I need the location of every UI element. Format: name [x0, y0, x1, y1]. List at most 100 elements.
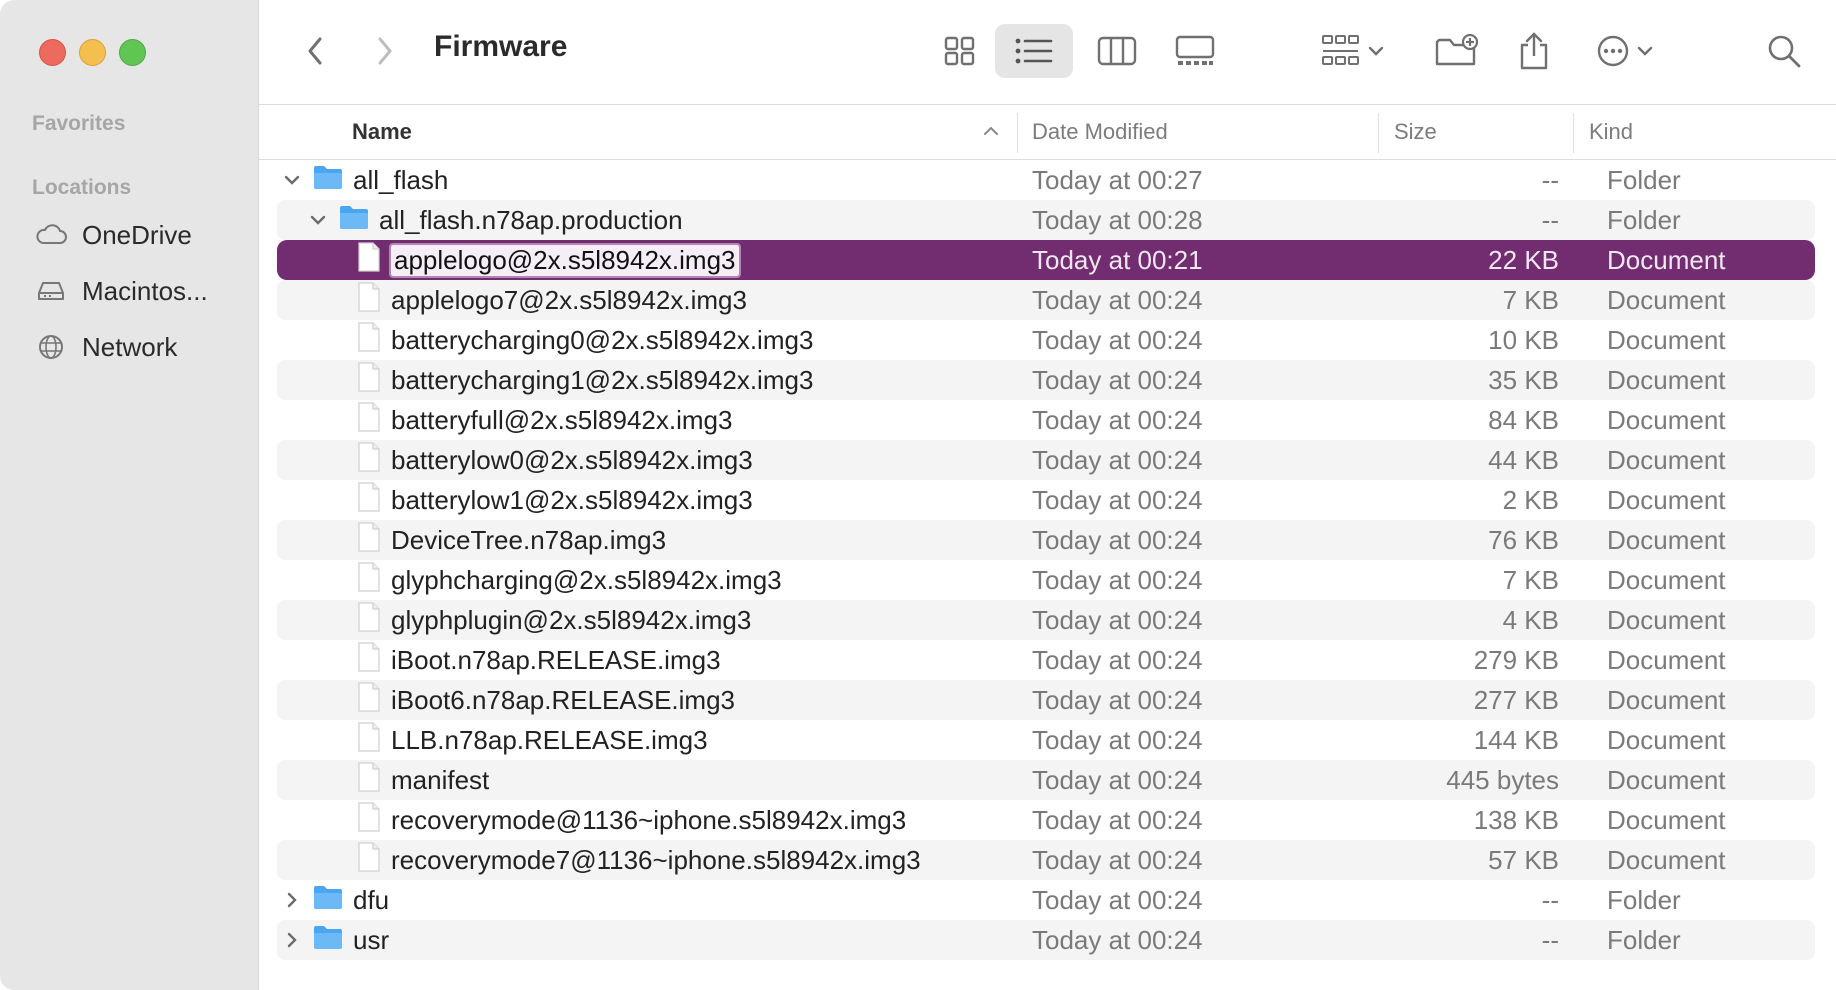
column-kind-header[interactable]: Kind [1589, 119, 1633, 145]
sidebar-item-network[interactable]: Network [34, 327, 177, 367]
file-name[interactable]: glyphplugin@2x.s5l8942x.img3 [391, 605, 751, 636]
file-name[interactable]: all_flash [353, 165, 448, 196]
file-name[interactable]: dfu [353, 885, 389, 916]
group-by-button[interactable] [1313, 24, 1393, 78]
new-folder-button[interactable] [1427, 24, 1487, 78]
file-row[interactable]: batterylow0@2x.s5l8942x.img3 Today at 00:… [277, 440, 1815, 480]
sidebar-item-onedrive[interactable]: OneDrive [34, 215, 192, 255]
file-name[interactable]: iBoot.n78ap.RELEASE.img3 [391, 645, 721, 676]
file-row[interactable]: applelogo@2x.s5l8942x.img3 Today at 00:21… [277, 240, 1815, 280]
file-size: -- [1541, 925, 1559, 955]
file-name[interactable]: applelogo7@2x.s5l8942x.img3 [391, 285, 747, 316]
file-kind: Document [1607, 845, 1726, 875]
chevron-down-icon [1637, 46, 1653, 56]
file-row[interactable]: glyphplugin@2x.s5l8942x.img3 Today at 00:… [277, 600, 1815, 640]
file-name[interactable]: manifest [391, 765, 489, 796]
search-button[interactable] [1759, 24, 1809, 78]
share-button[interactable] [1509, 24, 1559, 78]
file-row[interactable]: iBoot6.n78ap.RELEASE.img3 Today at 00:24 2… [277, 680, 1815, 720]
column-divider[interactable] [1378, 113, 1379, 153]
file-row[interactable]: DeviceTree.n78ap.img3 Today at 00:24 76 KB… [277, 520, 1815, 560]
file-size: 279 KB [1473, 645, 1559, 675]
file-size: -- [1541, 205, 1559, 235]
column-divider[interactable] [1017, 113, 1018, 153]
main-pane: Firmware Name Date Modified Size Kind al… [259, 0, 1836, 990]
file-row[interactable]: recoverymode@1136~iphone.s5l8942x.img3 To… [277, 800, 1815, 840]
zoom-window-button[interactable] [119, 39, 146, 66]
file-name[interactable]: batterycharging0@2x.s5l8942x.img3 [391, 325, 813, 356]
date-modified: Today at 00:24 [1032, 285, 1203, 315]
file-size: 44 KB [1488, 445, 1559, 475]
file-name[interactable]: batterycharging1@2x.s5l8942x.img3 [391, 365, 813, 396]
sidebar-section-favorites[interactable]: Favorites [32, 112, 125, 136]
disclosure-expanded-icon[interactable] [281, 169, 303, 191]
file-row[interactable]: manifest Today at 00:24 445 bytes Document [277, 760, 1815, 800]
folder-row[interactable]: dfu Today at 00:24 -- Folder [277, 880, 1815, 920]
column-view-button[interactable] [1085, 24, 1149, 78]
list-view-button[interactable] [995, 24, 1073, 78]
disclosure-collapsed-icon[interactable] [281, 929, 303, 951]
file-row[interactable]: batteryfull@2x.s5l8942x.img3 Today at 00:… [277, 400, 1815, 440]
file-name[interactable]: glyphcharging@2x.s5l8942x.img3 [391, 565, 782, 596]
file-row[interactable]: batterylow1@2x.s5l8942x.img3 Today at 00:… [277, 480, 1815, 520]
minimize-window-button[interactable] [79, 39, 106, 66]
name-cell: batterycharging1@2x.s5l8942x.img3 [357, 360, 813, 400]
file-row[interactable]: applelogo7@2x.s5l8942x.img3 Today at 00:2… [277, 280, 1815, 320]
file-row[interactable]: glyphcharging@2x.s5l8942x.img3 Today at 0… [277, 560, 1815, 600]
document-icon [357, 281, 381, 319]
file-name[interactable]: recoverymode7@1136~iphone.s5l8942x.img3 [391, 845, 921, 876]
sidebar-item-macintosh[interactable]: Macintos... [34, 271, 208, 311]
file-name[interactable]: batterylow0@2x.s5l8942x.img3 [391, 445, 753, 476]
date-modified: Today at 00:24 [1032, 925, 1203, 955]
file-kind: Document [1607, 325, 1726, 355]
name-cell: applelogo@2x.s5l8942x.img3 [357, 240, 741, 280]
document-icon [357, 321, 381, 359]
file-name[interactable]: iBoot6.n78ap.RELEASE.img3 [391, 685, 735, 716]
file-row[interactable]: batterycharging1@2x.s5l8942x.img3 Today a… [277, 360, 1815, 400]
disclosure-collapsed-icon[interactable] [281, 889, 303, 911]
back-button[interactable] [295, 24, 335, 78]
new-folder-icon [1435, 34, 1479, 66]
file-kind: Folder [1607, 165, 1681, 195]
file-size: 10 KB [1488, 325, 1559, 355]
icon-view-button[interactable] [928, 24, 992, 78]
file-row[interactable]: batterycharging0@2x.s5l8942x.img3 Today a… [277, 320, 1815, 360]
file-kind: Document [1607, 685, 1726, 715]
file-row[interactable]: iBoot.n78ap.RELEASE.img3 Today at 00:24 27… [277, 640, 1815, 680]
folder-row[interactable]: usr Today at 00:24 -- Folder [277, 920, 1815, 960]
sort-ascending-icon[interactable] [983, 125, 999, 137]
column-name-header[interactable]: Name [352, 119, 412, 145]
file-name[interactable]: all_flash.n78ap.production [379, 205, 683, 236]
name-cell: usr [281, 920, 389, 960]
action-menu-button[interactable] [1589, 24, 1661, 78]
file-size: 144 KB [1473, 725, 1559, 755]
folder-row[interactable]: all_flash.n78ap.production Today at 00:28… [277, 200, 1815, 240]
column-divider[interactable] [1573, 113, 1574, 153]
file-name[interactable]: batteryfull@2x.s5l8942x.img3 [391, 405, 732, 436]
sidebar-item-label: Macintos... [82, 275, 208, 306]
name-cell: glyphplugin@2x.s5l8942x.img3 [357, 600, 751, 640]
folder-row[interactable]: all_flash Today at 00:27 -- Folder [277, 160, 1815, 200]
search-icon [1768, 35, 1801, 68]
file-name[interactable]: usr [353, 925, 389, 956]
file-size: 76 KB [1488, 525, 1559, 555]
name-cell: manifest [357, 760, 489, 800]
file-name[interactable]: recoverymode@1136~iphone.s5l8942x.img3 [391, 805, 906, 836]
file-size: 22 KB [1488, 245, 1559, 275]
file-size: 445 bytes [1446, 765, 1559, 795]
close-window-button[interactable] [39, 39, 66, 66]
date-modified: Today at 00:24 [1032, 565, 1203, 595]
file-name[interactable]: batterylow1@2x.s5l8942x.img3 [391, 485, 753, 516]
file-name[interactable]: DeviceTree.n78ap.img3 [391, 525, 666, 556]
sidebar-section-locations[interactable]: Locations [32, 176, 131, 200]
disclosure-expanded-icon[interactable] [307, 209, 329, 231]
column-size-header[interactable]: Size [1394, 119, 1437, 145]
file-name[interactable]: LLB.n78ap.RELEASE.img3 [391, 725, 708, 756]
file-row[interactable]: recoverymode7@1136~iphone.s5l8942x.img3 T… [277, 840, 1815, 880]
gallery-view-button[interactable] [1163, 24, 1227, 78]
forward-button[interactable] [365, 24, 405, 78]
column-date-header[interactable]: Date Modified [1032, 119, 1168, 145]
name-cell: recoverymode7@1136~iphone.s5l8942x.img3 [357, 840, 921, 880]
file-name[interactable]: applelogo@2x.s5l8942x.img3 [389, 242, 741, 278]
file-row[interactable]: LLB.n78ap.RELEASE.img3 Today at 00:24 144 … [277, 720, 1815, 760]
